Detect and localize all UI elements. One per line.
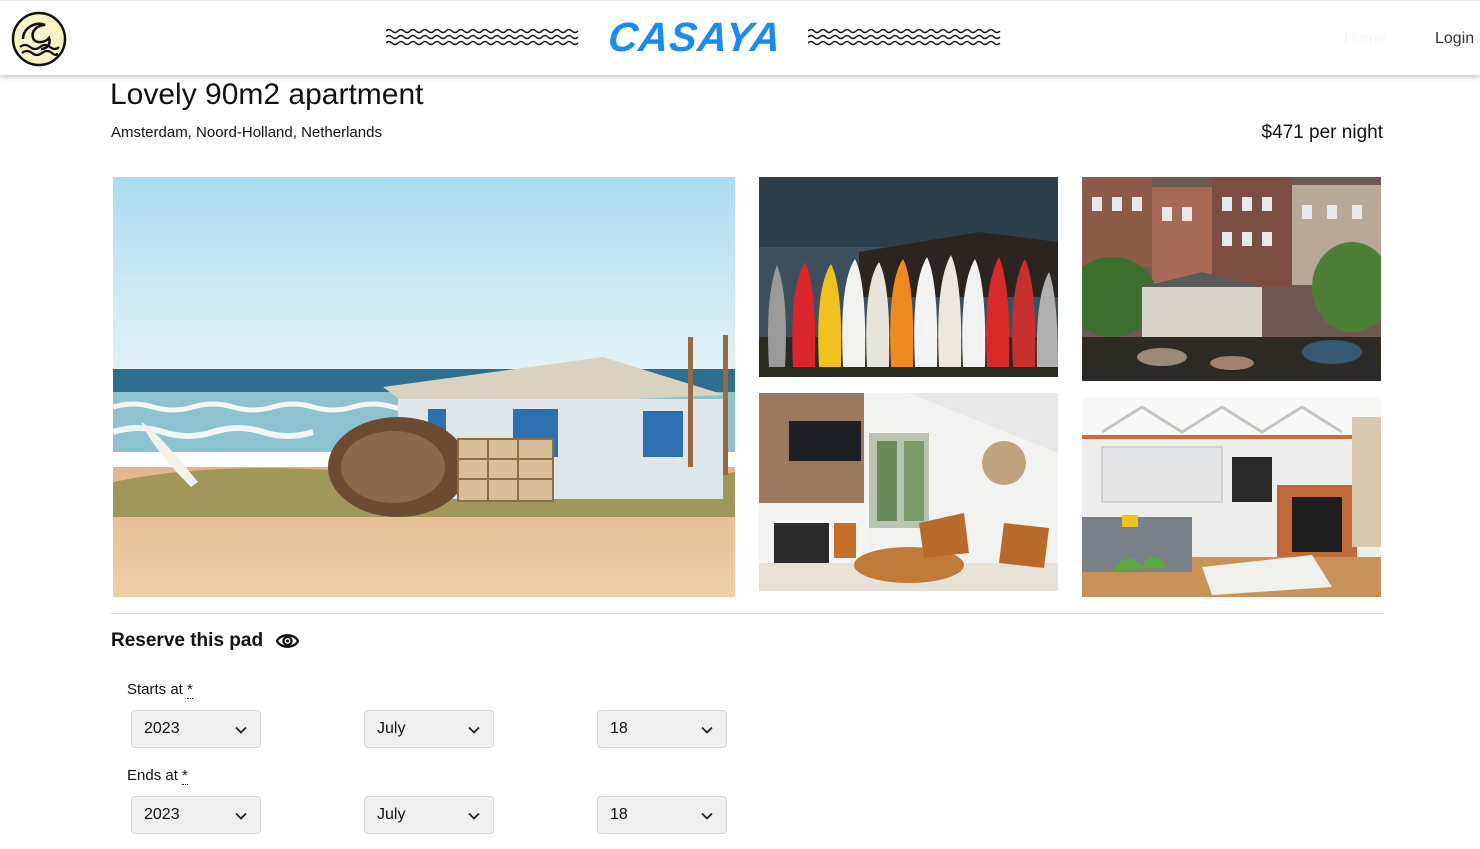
end-day-select[interactable]: 18 — [597, 796, 727, 834]
listing-title: Lovely 90m2 apartment — [110, 78, 424, 111]
eye-icon[interactable] — [276, 631, 299, 651]
end-year-select[interactable]: 2023 — [131, 796, 261, 834]
start-date-label-text: Starts at — [127, 681, 183, 698]
end-month-select[interactable]: July — [364, 796, 494, 834]
start-day-select[interactable]: 18 — [597, 710, 727, 748]
waves-decoration-icon — [808, 28, 1001, 46]
required-marker: * — [187, 681, 193, 699]
waves-decoration-icon — [386, 28, 579, 46]
chevron-down-icon — [235, 726, 247, 734]
required-marker: * — [182, 767, 188, 785]
brand-name: CASAYA — [606, 14, 784, 60]
reserve-title: Reserve this pad — [111, 630, 264, 651]
brand-logo[interactable]: CASAYA — [386, 14, 1006, 60]
chevron-down-icon — [701, 726, 713, 734]
start-year-select[interactable]: 2023 — [131, 710, 261, 748]
nav-login-link[interactable]: Login — [1435, 30, 1474, 48]
loft-living-room-photo[interactable] — [1082, 397, 1381, 597]
amsterdam-canal-houses-photo[interactable] — [1082, 177, 1381, 381]
section-divider — [111, 613, 1383, 614]
surfboards-photo[interactable] — [759, 177, 1058, 377]
end-date-label-text: Ends at — [127, 767, 178, 784]
chevron-down-icon — [235, 812, 247, 820]
start-day-value: 18 — [610, 720, 628, 737]
chevron-down-icon — [701, 812, 713, 820]
end-day-value: 18 — [610, 806, 628, 823]
chevron-down-icon — [468, 812, 480, 820]
listing-location: Amsterdam, Noord-Holland, Netherlands — [111, 124, 382, 141]
nav-home-link[interactable]: Home — [1344, 30, 1387, 48]
wave-logo-icon[interactable] — [11, 11, 67, 67]
start-date-label: Starts at * — [127, 681, 193, 699]
end-year-value: 2023 — [144, 806, 180, 823]
start-year-value: 2023 — [144, 720, 180, 737]
end-date-label: Ends at * — [127, 767, 188, 785]
listing-price: $471 per night — [1261, 122, 1384, 143]
beach-hut-photo[interactable] — [113, 177, 735, 597]
top-nav-bar: CASAYA Home Login — [0, 0, 1480, 75]
start-month-select[interactable]: July — [364, 710, 494, 748]
end-month-value: July — [377, 806, 406, 823]
start-month-value: July — [377, 720, 406, 737]
living-room-fireplace-photo[interactable] — [759, 393, 1058, 591]
chevron-down-icon — [468, 726, 480, 734]
